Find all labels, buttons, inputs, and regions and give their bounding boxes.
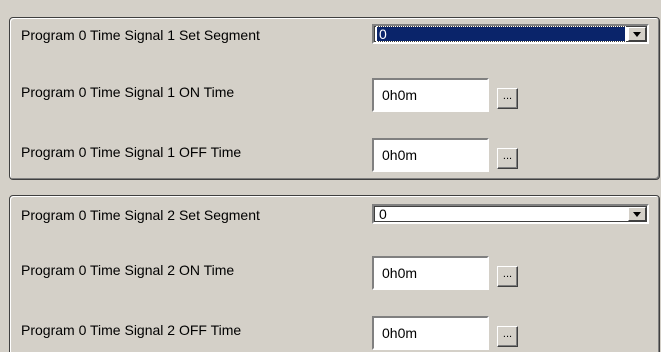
segment-label-1: Program 0 Time Signal 1 Set Segment	[21, 27, 260, 43]
segment-dropdown-1[interactable]: 0	[372, 24, 649, 44]
on-time-row-2: Program 0 Time Signal 2 ON Time 0h0m ...	[10, 253, 659, 293]
time-signal-2-group: Program 0 Time Signal 2 Set Segment 0 Pr…	[9, 195, 660, 352]
segment-dropdown-value-1: 0	[376, 26, 626, 42]
off-time-browse-button-2[interactable]: ...	[497, 326, 518, 347]
on-time-row-1: Program 0 Time Signal 1 ON Time 0h0m ...	[10, 75, 659, 115]
chevron-down-icon	[633, 32, 641, 37]
dropdown-arrow-button[interactable]	[628, 207, 646, 221]
top-strip	[0, 0, 661, 6]
off-time-label-1: Program 0 Time Signal 1 OFF Time	[21, 144, 242, 160]
off-time-browse-button-1[interactable]: ...	[497, 148, 518, 169]
on-time-value-1: 0h0m	[382, 87, 418, 103]
segment-row-1: Program 0 Time Signal 1 Set Segment 0	[10, 18, 659, 58]
on-time-value-2: 0h0m	[382, 265, 418, 281]
off-time-label-2: Program 0 Time Signal 2 OFF Time	[21, 322, 242, 338]
time-signal-1-group: Program 0 Time Signal 1 Set Segment 0 Pr…	[9, 17, 660, 180]
dropdown-arrow-button[interactable]	[628, 27, 646, 41]
off-time-field-1[interactable]: 0h0m	[372, 138, 489, 172]
on-time-field-1[interactable]: 0h0m	[372, 78, 489, 112]
time-signal-settings-panel: Program 0 Time Signal 1 Set Segment 0 Pr…	[0, 0, 661, 352]
on-time-label-2: Program 0 Time Signal 2 ON Time	[21, 262, 235, 278]
off-time-value-2: 0h0m	[382, 325, 418, 341]
segment-label-2: Program 0 Time Signal 2 Set Segment	[21, 207, 260, 223]
on-time-browse-button-2[interactable]: ...	[497, 266, 518, 287]
off-time-field-2[interactable]: 0h0m	[372, 316, 489, 350]
chevron-down-icon	[633, 212, 641, 217]
off-time-row-2: Program 0 Time Signal 2 OFF Time 0h0m ..…	[10, 313, 659, 352]
segment-dropdown-value-2: 0	[379, 206, 387, 222]
on-time-label-1: Program 0 Time Signal 1 ON Time	[21, 84, 235, 100]
off-time-value-1: 0h0m	[382, 147, 418, 163]
on-time-field-2[interactable]: 0h0m	[372, 256, 489, 290]
off-time-row-1: Program 0 Time Signal 1 OFF Time 0h0m ..…	[10, 135, 659, 175]
segment-row-2: Program 0 Time Signal 2 Set Segment 0	[10, 198, 659, 238]
segment-dropdown-2[interactable]: 0	[372, 204, 649, 224]
on-time-browse-button-1[interactable]: ...	[497, 88, 518, 109]
